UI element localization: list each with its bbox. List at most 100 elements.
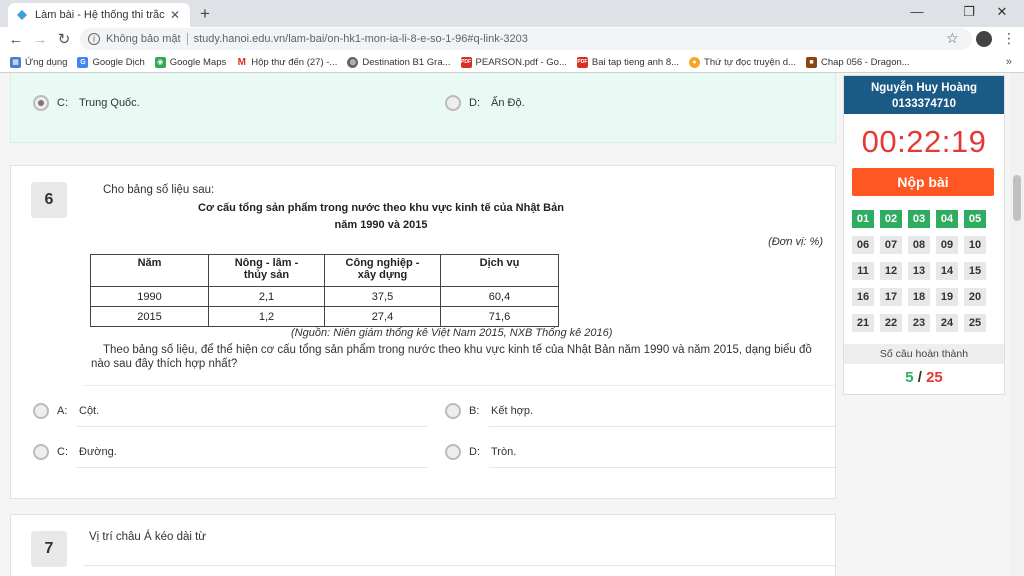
- reload-icon[interactable]: ↻: [54, 30, 74, 50]
- kebab-menu-icon[interactable]: ⋮: [1002, 30, 1016, 47]
- divider: [77, 467, 427, 468]
- bookmark-bai-tap[interactable]: PDF Bai tap tieng anh 8...: [576, 56, 679, 68]
- question-grid-cell[interactable]: 16: [852, 288, 874, 306]
- table-cell: 37,5: [324, 286, 441, 307]
- question-number: 7: [31, 531, 67, 567]
- question-grid-cell[interactable]: 23: [908, 314, 930, 332]
- divider: [83, 385, 835, 386]
- bookmark-google-maps[interactable]: ◉ Google Maps: [154, 56, 226, 68]
- exam-page: C: Trung Quốc. D: Ấn Độ. 6 Cho bảng số l…: [0, 73, 1024, 576]
- question-grid-cell[interactable]: 06: [852, 236, 874, 254]
- option-a[interactable]: A: Cột.: [33, 400, 99, 422]
- bookmark-label: Chap 056 - Dragon...: [820, 56, 910, 68]
- question-grid-cell[interactable]: 04: [936, 210, 958, 228]
- site-icon: ■: [805, 56, 817, 68]
- table-cell: 1990: [90, 286, 209, 307]
- radio[interactable]: [33, 444, 49, 460]
- option-text: Ấn Độ.: [491, 97, 525, 109]
- bookmark-apps[interactable]: ▦ Ứng dụng: [10, 56, 67, 68]
- question-grid-cell[interactable]: 10: [964, 236, 986, 254]
- question-grid-cell[interactable]: 09: [936, 236, 958, 254]
- count-separator: /: [917, 369, 922, 386]
- divider: [489, 426, 835, 427]
- question-grid-cell[interactable]: 13: [908, 262, 930, 280]
- bookmark-gmail[interactable]: M Hộp thư đến (27) -...: [236, 56, 338, 68]
- back-icon[interactable]: ←: [6, 30, 26, 50]
- table-title-line2: năm 1990 và 2015: [334, 219, 428, 231]
- security-label: Không bảo mật: [106, 33, 181, 45]
- bookmark-label: Hộp thư đến (27) -...: [251, 56, 338, 68]
- question-card-previous: C: Trung Quốc. D: Ấn Độ.: [10, 73, 836, 143]
- address-bar-row: ← → ↻ i Không bảo mật study.hanoi.edu.vn…: [0, 27, 1024, 52]
- question-grid-cell[interactable]: 14: [936, 262, 958, 280]
- question-grid-cell[interactable]: 05: [964, 210, 986, 228]
- option-b[interactable]: B: Kết hợp.: [445, 400, 533, 422]
- window-close-icon[interactable]: ✕: [980, 0, 1024, 24]
- question-grid-cell[interactable]: 07: [880, 236, 902, 254]
- radio[interactable]: [445, 444, 461, 460]
- table-cell: 2015: [90, 306, 209, 327]
- bookmark-star-icon[interactable]: ☆: [946, 30, 959, 47]
- radio[interactable]: [445, 403, 461, 419]
- question-grid-cell[interactable]: 17: [880, 288, 902, 306]
- url-text: study.hanoi.edu.vn/lam-bai/on-hk1-mon-ia…: [193, 33, 528, 45]
- profile-avatar-icon[interactable]: [976, 31, 992, 47]
- option-c[interactable]: C: Đường.: [33, 441, 117, 463]
- omnibox-separator: [186, 33, 188, 45]
- new-tab-icon[interactable]: +: [195, 4, 215, 24]
- exam-sidebar: Nguyễn Huy Hoàng 0133374710 00:22:19 Nộp…: [843, 75, 1005, 395]
- question-grid-cell[interactable]: 21: [852, 314, 874, 332]
- site-favicon-icon: [16, 9, 28, 21]
- option-c[interactable]: C: Trung Quốc.: [33, 92, 140, 114]
- bookmarks-more-icon[interactable]: »: [1006, 52, 1012, 73]
- question-grid-cell[interactable]: 25: [964, 314, 986, 332]
- option-d[interactable]: D: Tròn.: [445, 441, 516, 463]
- bookmark-label: Destination B1 Gra...: [362, 56, 451, 68]
- question-grid-cell[interactable]: 01: [852, 210, 874, 228]
- radio[interactable]: [33, 403, 49, 419]
- question-grid-cell[interactable]: 18: [908, 288, 930, 306]
- question-text: Vị trí châu Á kéo dài từ: [89, 531, 207, 543]
- table-title-line1: Cơ cấu tổng sản phẩm trong nước theo khu…: [198, 202, 564, 214]
- site-icon: ●: [689, 56, 701, 68]
- submit-button[interactable]: Nộp bài: [852, 168, 994, 196]
- data-table: Năm Nông - lâm - thủy sản Công nghiệp - …: [90, 254, 559, 327]
- pdf-icon: PDF: [460, 56, 472, 68]
- question-grid-cell[interactable]: 15: [964, 262, 986, 280]
- question-grid-cell[interactable]: 24: [936, 314, 958, 332]
- info-icon[interactable]: i: [88, 33, 100, 45]
- option-letter: A:: [57, 405, 68, 417]
- question-grid-cell[interactable]: 03: [908, 210, 930, 228]
- bookmark-thu-tu[interactable]: ● Thứ tự đọc truyện d...: [689, 56, 796, 68]
- completed-label: Số câu hoàn thành: [844, 344, 1004, 364]
- bookmark-google-translate[interactable]: G Google Dịch: [77, 56, 145, 68]
- bookmark-destination[interactable]: ◍ Destination B1 Gra...: [347, 56, 451, 68]
- globe-icon: ◍: [347, 56, 359, 68]
- bookmark-chap[interactable]: ■ Chap 056 - Dragon...: [805, 56, 910, 68]
- radio-checked[interactable]: [33, 95, 49, 111]
- question-grid-cell[interactable]: 08: [908, 236, 930, 254]
- radio[interactable]: [445, 95, 461, 111]
- browser-tab[interactable]: Làm bài - Hệ thống thi trắc nghiệ ✕: [8, 3, 190, 27]
- url-omnibox[interactable]: i Không bảo mật study.hanoi.edu.vn/lam-b…: [80, 28, 972, 50]
- option-letter: D:: [469, 97, 480, 109]
- question-grid-cell[interactable]: 19: [936, 288, 958, 306]
- bookmark-pearson[interactable]: PDF PEARSON.pdf - Go...: [460, 56, 567, 68]
- tab-close-icon[interactable]: ✕: [168, 8, 182, 22]
- question-grid-cell[interactable]: 12: [880, 262, 902, 280]
- forward-icon[interactable]: →: [30, 30, 50, 50]
- bookmark-label: Thứ tự đọc truyện d...: [704, 56, 796, 68]
- question-grid-cell[interactable]: 02: [880, 210, 902, 228]
- bookmarks-bar: ▦ Ứng dụng G Google Dịch ◉ Google Maps M Hộp…: [0, 52, 1024, 73]
- question-grid-cell[interactable]: 20: [964, 288, 986, 306]
- user-name: Nguyễn Huy Hoàng: [870, 82, 978, 94]
- question-grid-cell[interactable]: 11: [852, 262, 874, 280]
- divider: [77, 426, 427, 427]
- countdown-timer: 00:22:19: [861, 124, 987, 159]
- option-d[interactable]: D: Ấn Độ.: [445, 92, 525, 114]
- apps-grid-icon: ▦: [10, 56, 21, 68]
- minimize-icon[interactable]: —: [895, 0, 939, 24]
- page-scrollbar[interactable]: [1010, 73, 1024, 576]
- question-grid-cell[interactable]: 22: [880, 314, 902, 332]
- scroll-thumb[interactable]: [1013, 175, 1021, 221]
